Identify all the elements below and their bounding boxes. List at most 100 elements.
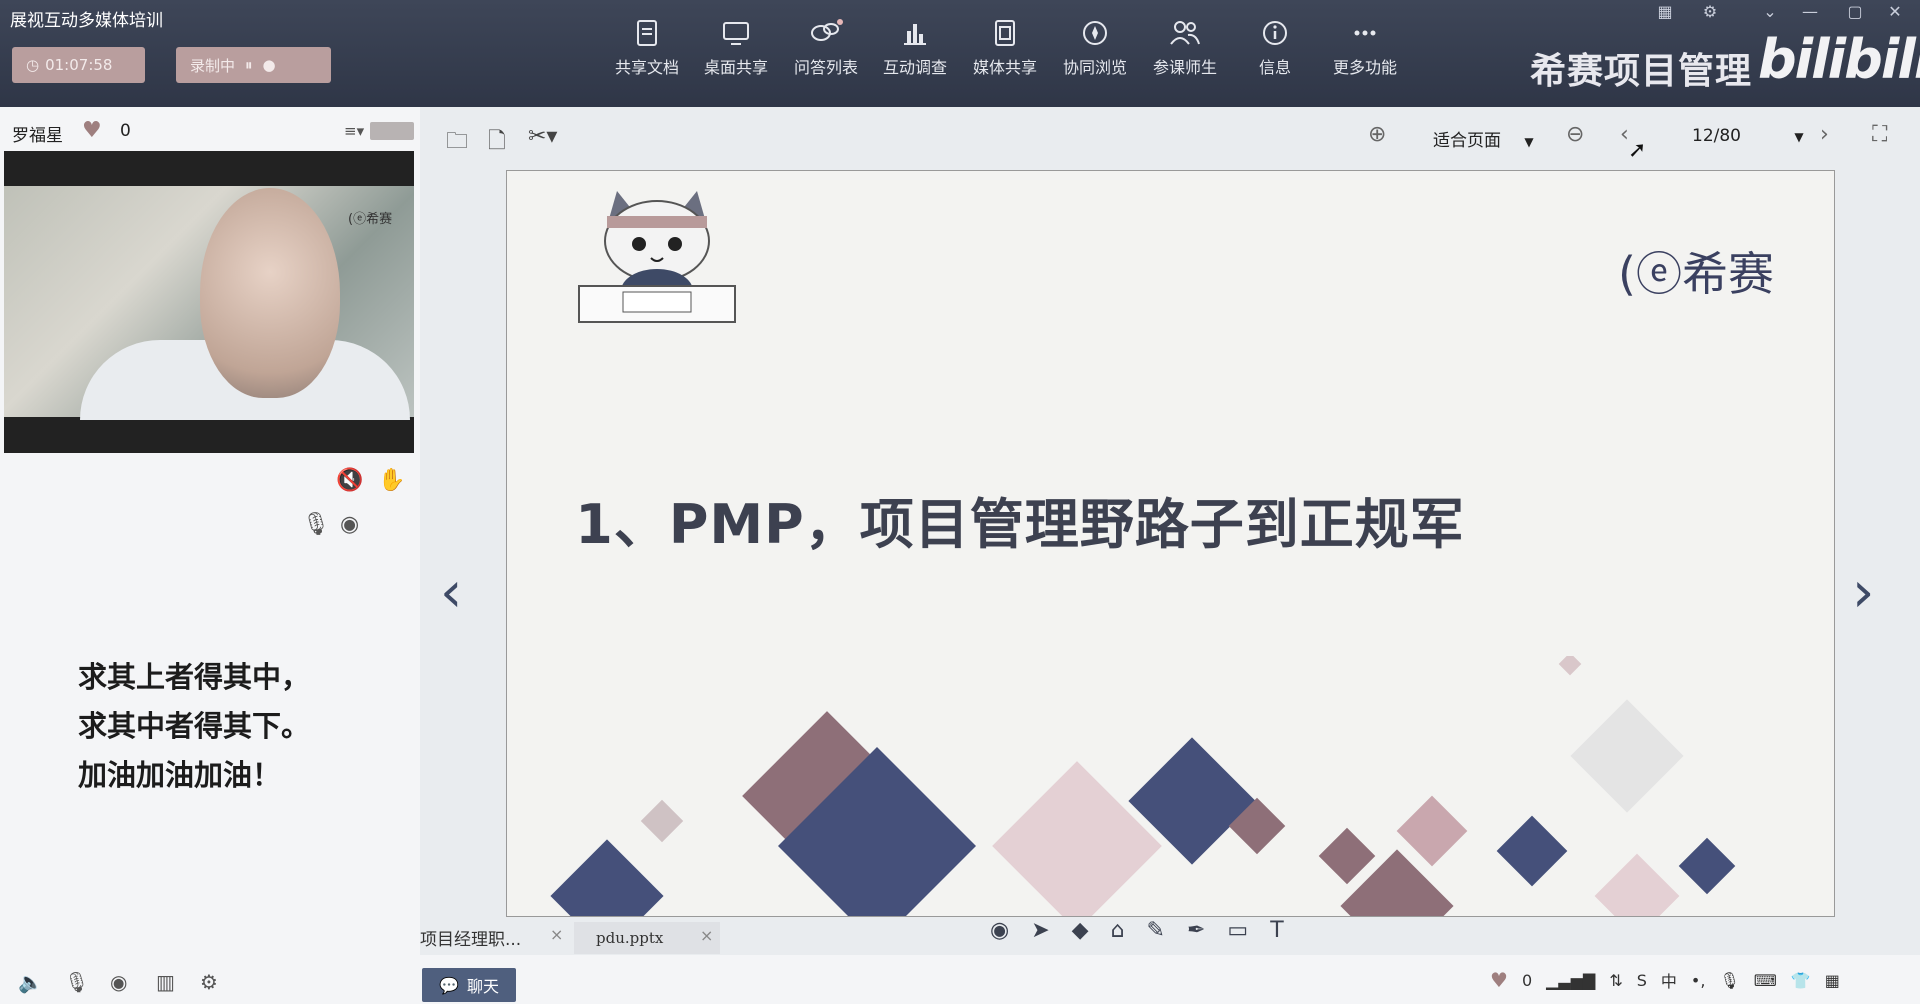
toolbar-media-share[interactable]: 媒体共享 (966, 18, 1044, 88)
chevron-down-icon: ▼ (1794, 130, 1804, 144)
signal-badge (370, 122, 414, 140)
app-title: 展视互动多媒体培训 (10, 11, 163, 31)
toolbar-label: 信息 (1258, 58, 1291, 77)
timer-badge: ◷ 01:07:58 (12, 47, 145, 83)
toolbar-co-browse[interactable]: 协同浏览 (1056, 18, 1134, 88)
clock-icon: ◷ (26, 56, 40, 74)
motto-text: 求其上者得其中， 求其中者得其下。 加油加油加油！ (78, 653, 310, 800)
eraser-icon[interactable]: ◆ (1072, 918, 1089, 943)
compass-icon (1083, 21, 1107, 45)
apps-grid-icon[interactable]: ▦ (1825, 971, 1840, 990)
toolbar-label: 桌面共享 (703, 58, 768, 77)
record-circle-icon[interactable]: ◉ (990, 918, 1009, 943)
minimize-icon[interactable]: — (1795, 2, 1825, 24)
timer-value: 01:07:58 (45, 56, 113, 74)
heart-icon[interactable]: ♥ (1490, 968, 1508, 992)
motto-line: 求其中者得其下。 (78, 709, 311, 743)
toolbar-label: 更多功能 (1332, 58, 1397, 77)
shirt-icon[interactable]: 👕 (1791, 971, 1811, 990)
video-logo: (ⓔ希赛 (348, 212, 393, 227)
chevron-down-icon: ▼ (1524, 135, 1534, 149)
toolbar-survey[interactable]: 互动调查 (876, 18, 954, 88)
heart-icon[interactable]: ♥ (82, 118, 102, 143)
record-label: 录制中 (190, 56, 236, 75)
record-button[interactable]: 录制中 ⏸ ● (176, 47, 331, 83)
motto-line: 加油加油加油！ (78, 758, 282, 792)
close-icon[interactable]: × (550, 925, 563, 944)
zoom-select[interactable]: 适合页面 ▼ (1433, 126, 1534, 151)
ime-icon[interactable]: S (1637, 971, 1647, 990)
fullscreen-icon[interactable]: ⛶ (1872, 122, 1887, 147)
chat-icon: 💬 (439, 975, 459, 995)
slide-logo-text: 希赛 (1681, 247, 1774, 301)
close-icon[interactable]: × (700, 926, 713, 945)
maximize-icon[interactable]: ▢ (1840, 2, 1870, 24)
document-icon (637, 20, 657, 46)
toolbar-label: 媒体共享 (972, 58, 1037, 77)
toolbar-qa-list[interactable]: 问答列表 (787, 18, 865, 88)
chat-bubbles-icon (811, 19, 843, 41)
keyboard-icon[interactable]: ⌨ (1754, 971, 1777, 990)
pen-icon[interactable]: ✒ (1187, 918, 1205, 943)
bar-chart-icon (904, 24, 926, 45)
webcam-icon[interactable]: ◉ (110, 970, 127, 994)
doc-tab[interactable]: 项目经理职... (420, 925, 560, 953)
folder-icon[interactable]: 🗀 (446, 124, 468, 162)
ime-chinese-icon[interactable]: 中 (1661, 968, 1677, 992)
motto-line: 求其上者得其中， (78, 660, 311, 694)
status-tray: ♥ 0 ▁▃▅▇ ⇅ S 中 •, 🎙 ⌨ 👕 ▦ (1490, 968, 1840, 992)
chat-label: 聊天 (466, 977, 499, 996)
slide-logo: (ⓔ希赛 (1618, 247, 1774, 301)
host-name: 罗福星 (12, 126, 63, 146)
chevron-down-icon[interactable]: ⌄ (1755, 2, 1785, 24)
file-icon[interactable]: 🗋 (488, 124, 506, 162)
equalizer-icon[interactable]: ▥ (156, 970, 175, 994)
toolbar-info[interactable]: 信息 (1236, 18, 1314, 88)
toolbar-share-doc[interactable]: 共享文档 (608, 18, 686, 88)
slide-next-arrow-icon[interactable]: › (1852, 560, 1874, 625)
punctuation-icon[interactable]: •, (1691, 971, 1706, 990)
people-icon (1170, 21, 1200, 45)
toolbar-label: 问答列表 (793, 58, 858, 77)
watermark-logo: bilibili (1758, 28, 1920, 91)
toolbar-more[interactable]: 更多功能 (1326, 18, 1404, 88)
more-icon (1354, 30, 1376, 36)
scissors-icon[interactable]: ✂▾ (528, 124, 557, 149)
diamond-decoration (550, 656, 1736, 916)
list-menu-icon[interactable]: ≡▾ (344, 122, 364, 140)
speaker-icon[interactable]: 🔈 (18, 970, 43, 994)
zoom-label: 适合页面 (1433, 131, 1501, 151)
rectangle-icon[interactable]: ▭ (1227, 918, 1248, 943)
toolbar-label: 共享文档 (614, 58, 679, 77)
zoom-in-icon[interactable]: ⊕ (1368, 122, 1386, 147)
toolbar-label: 互动调查 (882, 58, 947, 77)
info-icon (1263, 21, 1287, 45)
settings-icon[interactable]: ⚙ (200, 970, 218, 994)
heart-count: 0 (120, 121, 131, 141)
page-number: 12/80 (1692, 126, 1741, 146)
next-page-icon[interactable]: › (1820, 122, 1829, 147)
broom-icon[interactable]: ⌂ (1111, 918, 1125, 943)
grid-icon[interactable]: ▦ (1650, 2, 1680, 24)
highlighter-icon[interactable]: ✎ (1147, 918, 1165, 943)
close-icon[interactable]: ✕ (1880, 2, 1910, 24)
page-indicator[interactable]: 12/80 ▼ (1692, 126, 1804, 146)
zoom-out-icon[interactable]: ⊖ (1566, 122, 1584, 147)
slide-prev-arrow-icon[interactable]: ‹ (440, 560, 462, 625)
text-tool-icon[interactable]: T (1270, 918, 1283, 943)
chat-button[interactable]: 💬 聊天 (422, 968, 516, 1002)
film-icon (995, 20, 1015, 46)
microphone-icon[interactable]: 🎙 (64, 970, 89, 994)
signal-icon: ▁▃▅▇ (1546, 970, 1596, 990)
doc-tab-active[interactable]: pdu.pptx (574, 922, 720, 954)
gear-icon[interactable]: ⚙ (1695, 2, 1725, 24)
toolbar-desktop-share[interactable]: 桌面共享 (697, 18, 775, 88)
record-dot-icon: ● (262, 56, 276, 74)
toolbar-participants[interactable]: 参课师生 (1146, 18, 1224, 88)
desktop-icon (723, 22, 749, 45)
annotation-toolbar: ◉ ➤ ◆ ⌂ ✎ ✒ ▭ T (990, 910, 1400, 950)
updown-arrows-icon: ⇅ (1609, 970, 1623, 990)
slide-title: 1、PMP，项目管理野路子到正规军 (575, 493, 1465, 556)
microphone-icon[interactable]: 🎙 (1719, 971, 1739, 990)
pointer-icon[interactable]: ➤ (1031, 918, 1049, 943)
